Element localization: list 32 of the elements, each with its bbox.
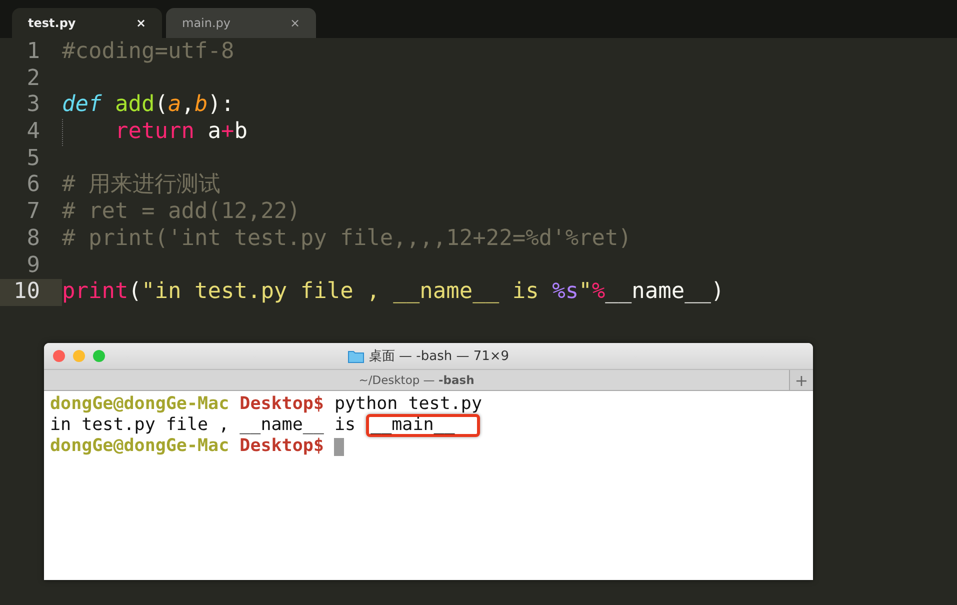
highlighted-output: __main__: [366, 414, 480, 437]
close-tab-icon[interactable]: ×: [136, 16, 146, 30]
terminal-line: dongGe@dongGe-Mac Desktop$: [50, 436, 324, 457]
line-number: 9: [26, 252, 41, 280]
code-line: print("in test.py file , __name__ is %s"%__name__): [62, 279, 724, 306]
file-tab[interactable]: main.py ×: [166, 8, 316, 38]
line-number: 5: [26, 146, 41, 172]
line-number: 10: [0, 279, 62, 306]
line-number: 1: [26, 39, 41, 66]
line-number: 7: [26, 199, 41, 226]
code-line: def add(a,b):: [62, 92, 234, 120]
line-number: 3: [26, 92, 41, 120]
window-title: 桌面 — -bash — 71×9: [368, 348, 510, 365]
line-number: 2: [26, 66, 41, 92]
code-line: return a+b: [62, 119, 248, 146]
terminal-line: dongGe@dongGe-Mac Desktop$ python test.py: [50, 394, 482, 415]
code-line: # 用来进行测试: [62, 172, 220, 200]
new-tab-button[interactable]: +: [789, 370, 813, 390]
code-line: # ret = add(12,22): [62, 199, 300, 226]
code-line: #coding=utf-8: [62, 39, 234, 66]
folder-icon: [348, 350, 364, 362]
file-tab[interactable]: test.py ×: [12, 8, 162, 38]
line-number: 6: [26, 172, 41, 200]
terminal-line: in test.py file , __name__ is: [50, 415, 356, 436]
line-number: 8: [26, 226, 41, 252]
code-line: # print('int test.py file,,,,12+22=%d'%ret): [62, 226, 632, 252]
maximize-window-button[interactable]: [93, 350, 105, 362]
close-window-button[interactable]: [53, 350, 65, 362]
close-tab-icon[interactable]: ×: [290, 16, 300, 30]
minimize-window-button[interactable]: [73, 350, 85, 362]
line-number: 4: [26, 119, 41, 146]
terminal-tab[interactable]: ~/Desktop — -bash: [44, 370, 789, 390]
